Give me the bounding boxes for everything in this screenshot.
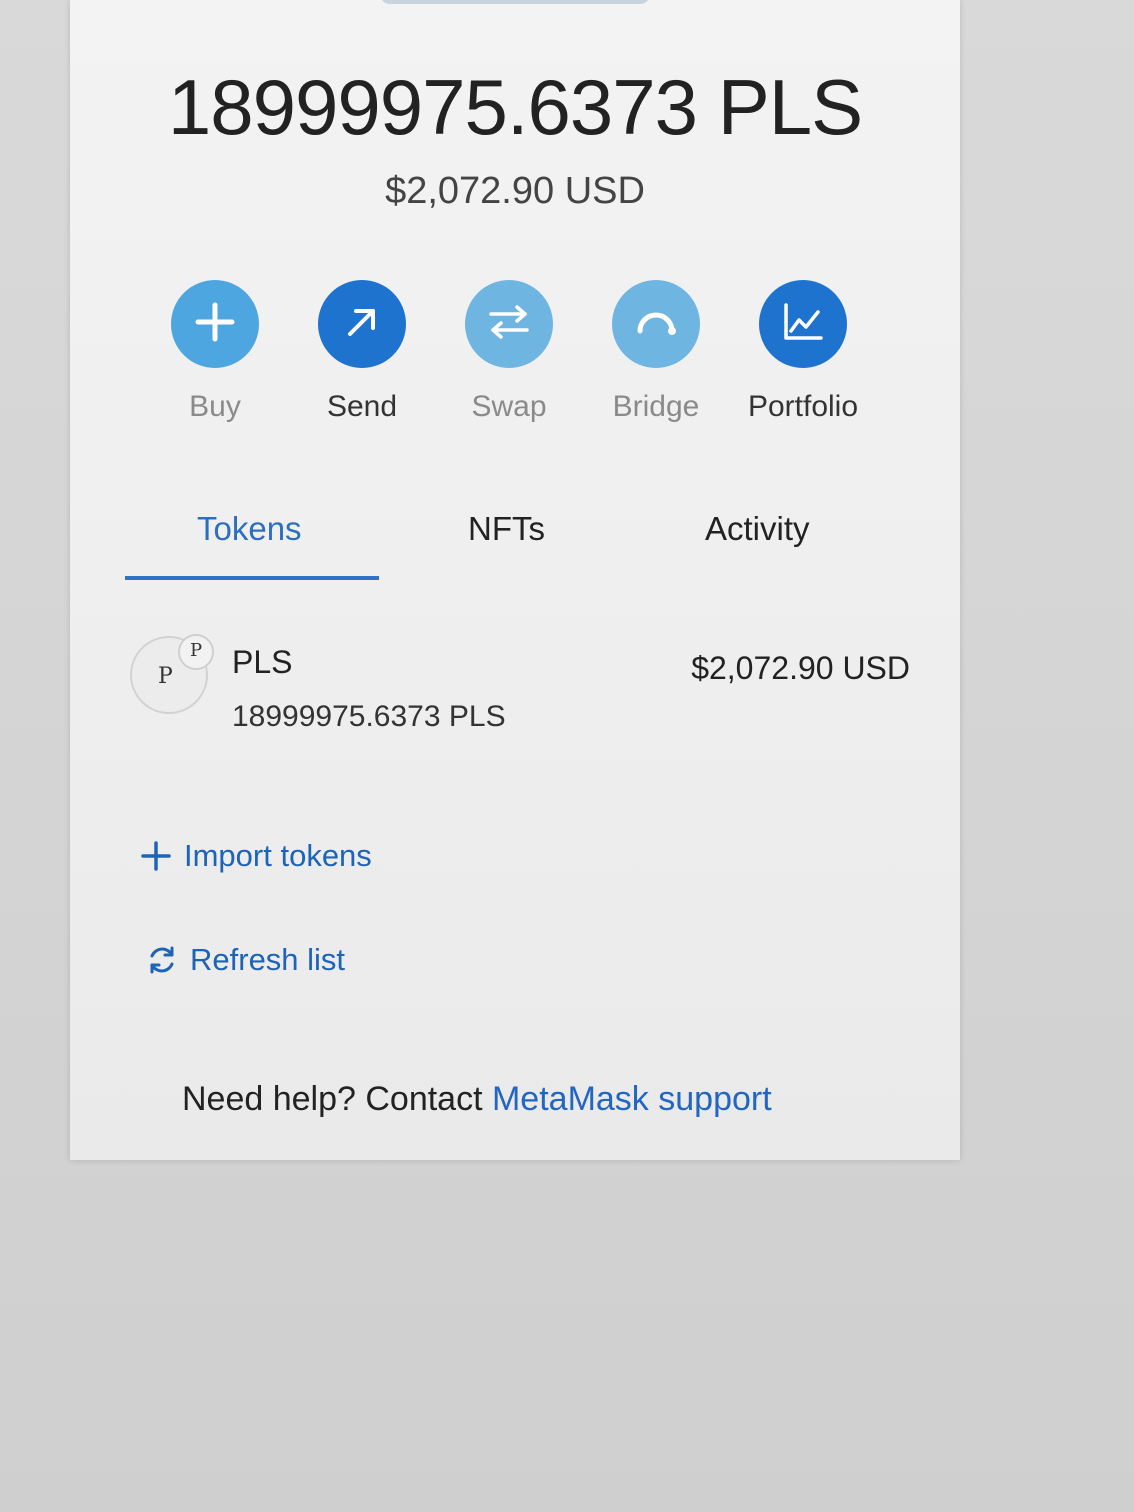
tab-bar: Tokens NFTs Activity [125, 510, 905, 590]
swap-arrows-icon [487, 302, 531, 347]
refresh-list-label: Refresh list [190, 942, 346, 977]
help-prefix: Need help? Contact [182, 1080, 492, 1118]
buy-label: Buy [189, 390, 241, 423]
token-amount: 18999975.6373 PLS [232, 700, 506, 733]
tab-nfts[interactable]: NFTs [468, 510, 545, 548]
refresh-icon [146, 944, 178, 976]
swap-circle[interactable] [465, 280, 553, 368]
bridge-circle[interactable] [612, 280, 700, 368]
wallet-panel: 18999975.6373 PLS $2,072.90 USD Buy Send… [70, 0, 960, 1160]
top-edge-element [380, 0, 650, 4]
chart-line-icon [782, 302, 824, 347]
send-button[interactable]: Send [292, 280, 432, 424]
token-fiat-value: $2,072.90 USD [691, 650, 910, 686]
balance-fiat: $2,072.90 USD [385, 170, 645, 212]
buy-circle[interactable] [171, 280, 259, 368]
action-bar: Buy Send Swap Bridge Portfolio [145, 280, 885, 440]
arrow-up-right-icon [344, 304, 380, 345]
token-avatar-letter: P [158, 664, 173, 689]
refresh-list-link[interactable]: Refresh list [146, 942, 345, 978]
swap-label: Swap [471, 390, 547, 423]
plus-icon [140, 840, 172, 872]
tab-activity[interactable]: Activity [705, 510, 810, 548]
import-tokens-label: Import tokens [184, 838, 372, 873]
tab-tokens[interactable]: Tokens [197, 510, 302, 548]
bridge-icon [634, 307, 678, 342]
token-avatar: P P [130, 634, 214, 714]
metamask-support-link[interactable]: MetaMask support [492, 1080, 772, 1118]
import-tokens-link[interactable]: Import tokens [140, 838, 372, 874]
network-badge: P [178, 634, 214, 670]
send-circle[interactable] [318, 280, 406, 368]
active-tab-indicator [125, 576, 379, 580]
buy-button[interactable]: Buy [145, 280, 285, 424]
token-row-pls[interactable]: P P PLS 18999975.6373 PLS $2,072.90 USD [130, 630, 910, 740]
bridge-label: Bridge [612, 390, 700, 423]
token-name: PLS [232, 644, 293, 680]
bridge-button[interactable]: Bridge [586, 280, 726, 424]
plus-icon [194, 301, 236, 348]
balance-amount: 18999975.6373 PLS [167, 63, 863, 151]
swap-button[interactable]: Swap [439, 280, 579, 424]
portfolio-label: Portfolio [747, 390, 859, 423]
send-label: Send [326, 390, 398, 423]
portfolio-button[interactable]: Portfolio [733, 280, 873, 424]
portfolio-circle[interactable] [759, 280, 847, 368]
help-text: Need help? Contact MetaMask support [182, 1080, 772, 1119]
